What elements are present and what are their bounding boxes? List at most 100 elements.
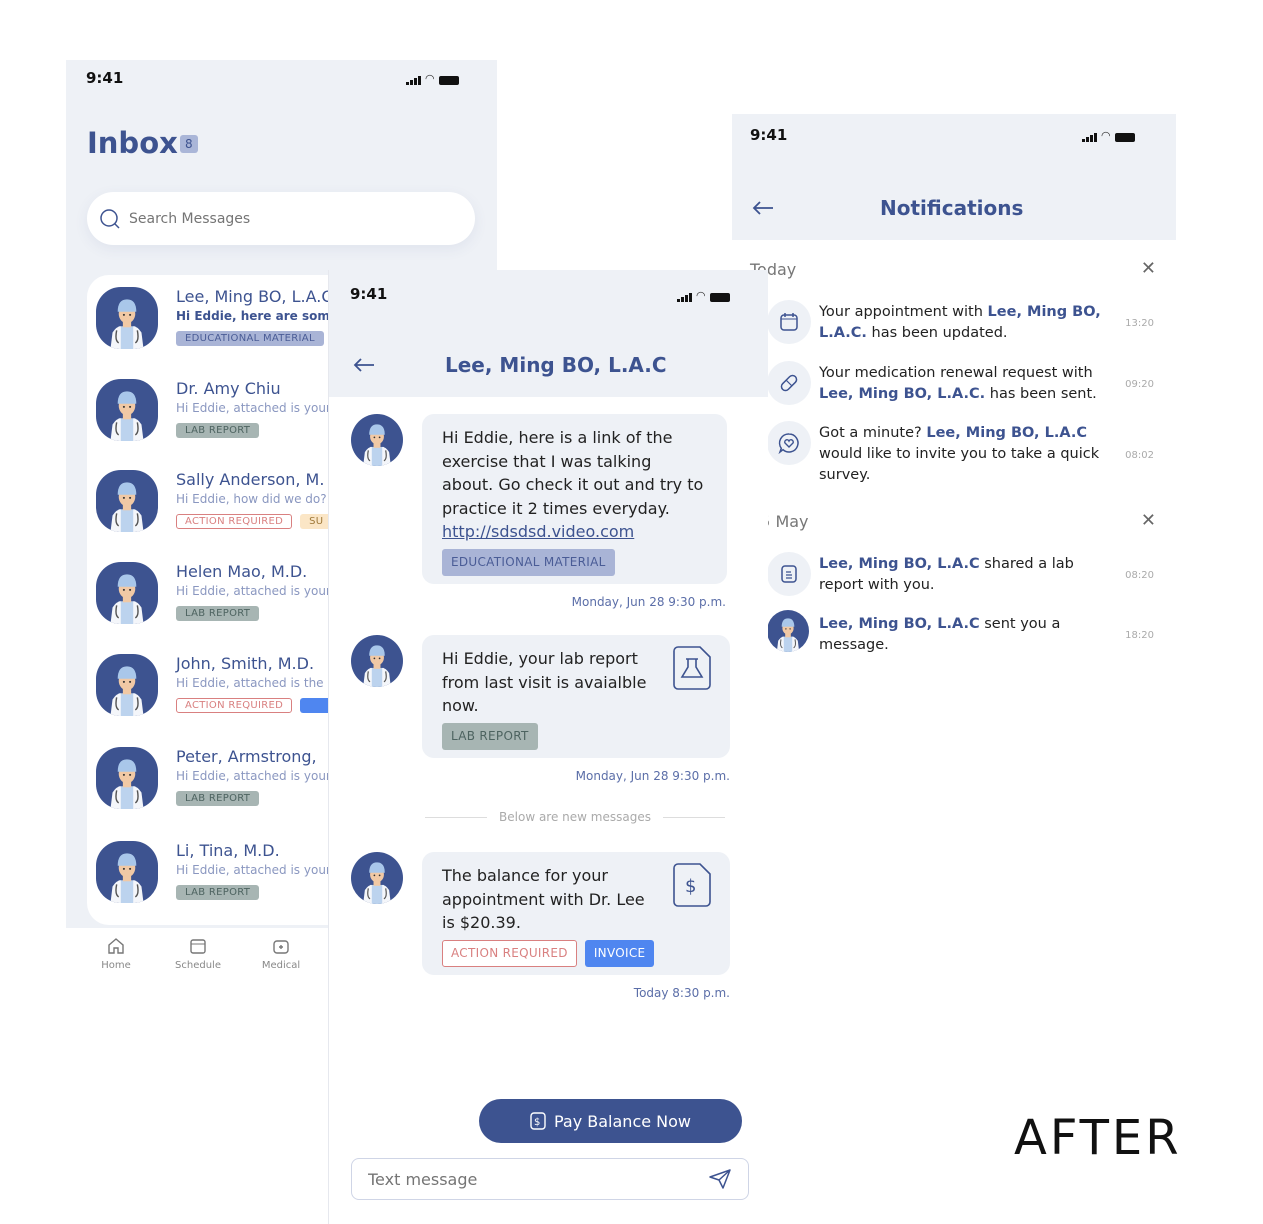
sender-name: John, Smith, M.D. (176, 654, 315, 673)
message-timestamp: Monday, Jun 28 9:30 p.m. (575, 769, 730, 783)
notifications-title: Notifications (880, 196, 1024, 220)
message-preview: Hi Eddie, attached is your (176, 863, 331, 877)
tag-invoice[interactable]: INVOICE (584, 939, 655, 967)
notification-text: Your medication renewal request with Lee… (819, 365, 1097, 402)
medical-bag-icon (273, 940, 289, 954)
message-composer[interactable] (351, 1158, 749, 1200)
message-preview: Hi Eddie, here are some (176, 309, 338, 323)
sender-name: Helen Mao, M.D. (176, 562, 308, 581)
tag[interactable]: LAB REPORT (176, 791, 260, 806)
nav-label: Schedule (175, 960, 221, 971)
status-icons: ◠ (406, 72, 459, 85)
invoice-icon: $ (530, 1112, 546, 1130)
message-bubble: The balance for your appointment with Dr… (422, 852, 730, 975)
unread-badge: 8 (180, 135, 198, 153)
tag[interactable]: ACTION REQUIRED (176, 698, 293, 713)
caption: AFTER (1014, 1110, 1182, 1166)
calendar-icon (767, 300, 811, 344)
notification-text: Lee, Ming BO, L.A.C shared a lab report … (819, 556, 1074, 593)
notifications-header: 9:41 ◠ Notifications (732, 114, 1176, 240)
notification-text: Lee, Ming BO, L.A.C sent you a message. (819, 616, 1061, 653)
nav-label: Medical (261, 960, 301, 971)
message-text: The balance for your appointment with Dr… (442, 866, 645, 932)
message-preview: Hi Eddie, attached is your (176, 584, 331, 598)
tag-educational[interactable]: EDUCATIONAL MATERIAL (442, 548, 615, 576)
doctor-avatar (767, 610, 809, 652)
notification-time: 09:20 (1125, 379, 1154, 390)
doctor-avatar (96, 379, 158, 441)
status-time: 9:41 (86, 69, 124, 87)
chat-header: 9:41 ◠ Lee, Ming BO, L.A.C (329, 270, 768, 397)
message-bubble: Hi Eddie, here is a link of the exercise… (422, 414, 727, 584)
tag-action-required[interactable]: ACTION REQUIRED (442, 939, 577, 967)
notification-text: Your appointment with Lee, Ming BO, L.A.… (819, 304, 1101, 341)
notification-time: 08:02 (1125, 450, 1154, 461)
pill-icon (767, 361, 811, 405)
doctor-avatar (96, 470, 158, 532)
back-arrow-icon[interactable] (752, 200, 774, 216)
tag[interactable]: LAB REPORT (176, 885, 260, 900)
tag-lab-report[interactable]: LAB REPORT (442, 722, 538, 750)
search-input[interactable] (129, 210, 303, 227)
nav-home[interactable]: Home (86, 936, 146, 971)
status-icons: ◠ (677, 289, 730, 302)
notification-text: Got a minute? Lee, Ming BO, L.A.C would … (819, 425, 1100, 483)
new-messages-divider: Below are new messages (425, 810, 726, 824)
svg-text:$: $ (534, 1117, 540, 1128)
tag[interactable]: ACTION REQUIRED (176, 514, 293, 529)
divider-label: Below are new messages (499, 810, 651, 824)
message-text: Hi Eddie, your lab report from last visi… (442, 649, 647, 715)
message-timestamp: Monday, Jun 28 9:30 p.m. (571, 595, 726, 609)
home-icon (108, 938, 124, 954)
send-icon[interactable] (708, 1168, 732, 1190)
message-preview: Hi Eddie, how did we do? F (176, 492, 338, 506)
sender-name: Lee, Ming BO, L.A.C (176, 287, 333, 306)
clear-section-close-icon[interactable]: ✕ (1141, 510, 1156, 531)
tag[interactable]: LAB REPORT (176, 606, 260, 621)
sender-name: Li, Tina, M.D. (176, 841, 280, 860)
message-input[interactable] (368, 1169, 668, 1189)
pay-balance-button[interactable]: $ Pay Balance Now (479, 1099, 742, 1143)
notification-time: 13:20 (1125, 318, 1154, 329)
status-time: 9:41 (750, 126, 788, 144)
doctor-avatar (96, 654, 158, 716)
message-preview: Hi Eddie, attached is your (176, 401, 331, 415)
notification-time: 08:20 (1125, 570, 1154, 581)
doctor-avatar (351, 414, 403, 466)
status-icons: ◠ (1082, 129, 1135, 142)
calendar-icon (190, 939, 206, 954)
svg-text:$: $ (685, 876, 696, 897)
doctor-avatar (351, 852, 403, 904)
message-text: Hi Eddie, here is a link of the exercise… (442, 428, 704, 518)
message-bubble: Hi Eddie, your lab report from last visi… (422, 635, 730, 758)
page-title: Inbox (87, 126, 178, 160)
nav-label: Home (101, 960, 131, 971)
search-icon (100, 208, 120, 229)
message-preview: Hi Eddie, attached is the ir (176, 676, 336, 690)
search-bar[interactable] (87, 192, 475, 245)
lab-file-icon[interactable] (672, 645, 712, 691)
tag[interactable]: LAB REPORT (176, 423, 260, 438)
sender-name: Peter, Armstrong, (176, 747, 317, 766)
notifications-screen: 9:41 ◠ Notifications Today ✕ Your appoin… (732, 114, 1176, 684)
chat-screen: 9:41 ◠ Lee, Ming BO, L.A.C Hi Eddie, her… (328, 270, 768, 1224)
doctor-avatar (351, 635, 403, 687)
doctor-avatar (96, 747, 158, 809)
chat-title: Lee, Ming BO, L.A.C (445, 353, 667, 377)
doctor-avatar (96, 287, 158, 349)
heart-chat-icon (767, 421, 811, 465)
back-arrow-icon[interactable] (353, 357, 375, 373)
invoice-file-icon[interactable]: $ (672, 862, 712, 908)
clear-section-close-icon[interactable]: ✕ (1141, 258, 1156, 279)
message-link[interactable]: http://sdsdsd.video.com (442, 522, 634, 541)
status-time: 9:41 (350, 285, 388, 303)
notification-time: 18:20 (1125, 630, 1154, 641)
tag[interactable]: EDUCATIONAL MATERIAL (176, 331, 324, 346)
message-timestamp: Today 8:30 p.m. (633, 986, 730, 1000)
nav-schedule[interactable]: Schedule (168, 936, 228, 971)
document-icon (767, 552, 811, 596)
doctor-avatar (96, 841, 158, 903)
sender-name: Dr. Amy Chiu (176, 379, 281, 398)
nav-medical[interactable]: Medical (251, 936, 311, 971)
pay-button-label: Pay Balance Now (553, 1111, 692, 1131)
